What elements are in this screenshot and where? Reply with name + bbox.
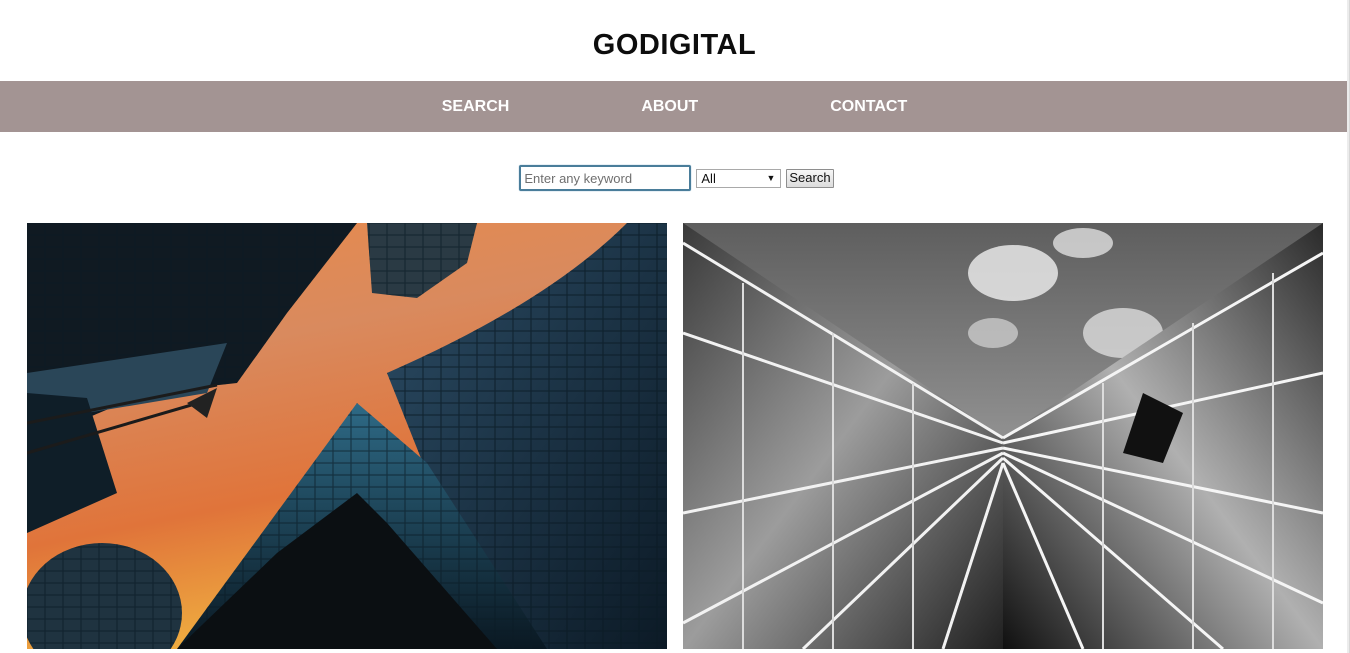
- search-input[interactable]: [519, 165, 692, 191]
- search-form: All ▼ Search: [519, 165, 834, 191]
- page: GODIGITAL SEARCH ABOUT CONTACT All ▼ Sea…: [0, 0, 1350, 653]
- nav-item-contact[interactable]: CONTACT: [830, 98, 907, 116]
- site-title: GODIGITAL: [592, 29, 757, 61]
- nav-item-search[interactable]: SEARCH: [442, 98, 510, 116]
- nav-item-about[interactable]: ABOUT: [641, 98, 698, 116]
- photo-skyscrapers-sunset-image: [27, 223, 667, 649]
- main-navbar: SEARCH ABOUT CONTACT: [0, 81, 1349, 132]
- category-select[interactable]: All ▼: [696, 168, 782, 188]
- photo-glass-building-bw-image: [683, 223, 1323, 649]
- search-bar: All ▼ Search: [0, 132, 1349, 223]
- site-header: GODIGITAL: [0, 0, 1349, 81]
- nav-list: SEARCH ABOUT CONTACT: [442, 98, 907, 116]
- category-selected-value: All: [701, 170, 716, 186]
- photo-gallery: [0, 223, 1349, 653]
- gallery-photo-glass-building-bw[interactable]: [683, 223, 1323, 649]
- gallery-photo-skyscrapers-sunset[interactable]: [27, 223, 667, 649]
- search-button[interactable]: Search: [786, 168, 834, 188]
- dropdown-arrow-icon: ▼: [766, 172, 776, 183]
